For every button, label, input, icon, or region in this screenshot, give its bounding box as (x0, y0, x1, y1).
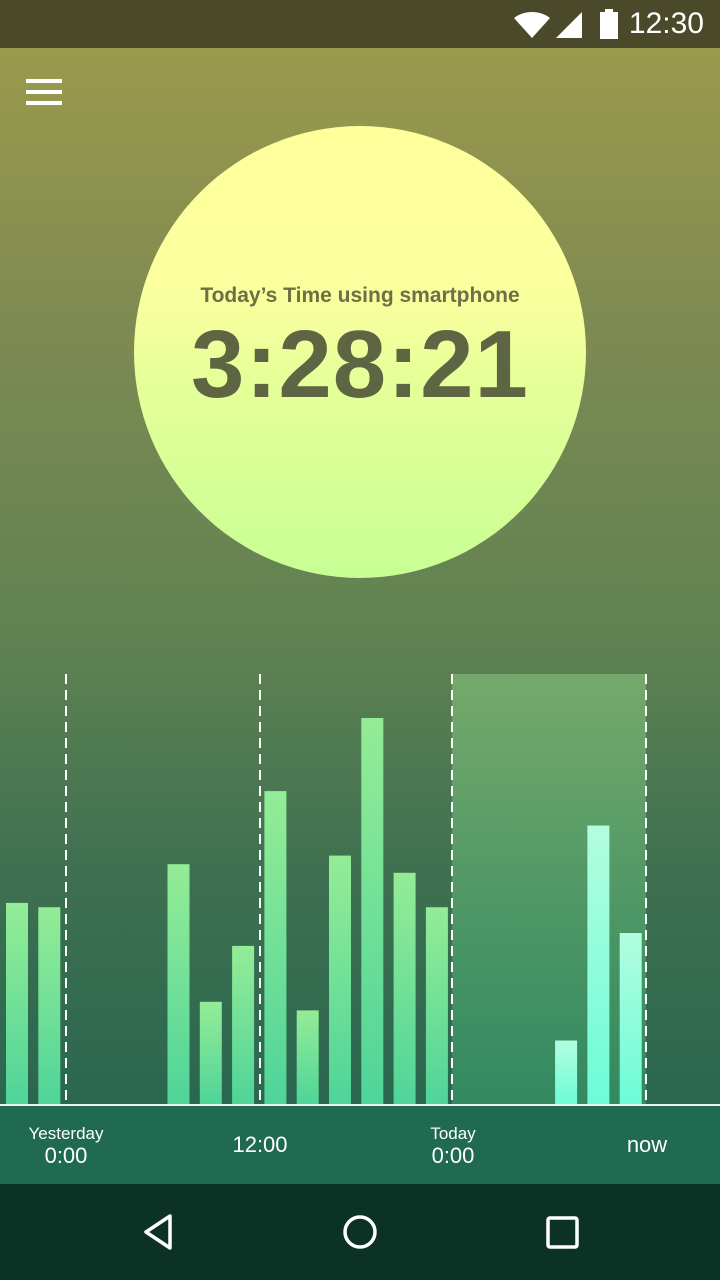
chart-bar (167, 864, 190, 1105)
chart-bar (199, 1001, 222, 1105)
time-axis: Yesterday 0:00 12:00 Today 0:00 now (0, 1106, 720, 1184)
chart-bar (425, 907, 448, 1105)
home-icon[interactable] (336, 1210, 384, 1258)
usage-chart-svg (6, 674, 647, 1105)
tick-main-label: 12:00 (232, 1132, 288, 1157)
wifi-icon (514, 12, 550, 38)
chart-bar (555, 1040, 578, 1105)
back-icon[interactable] (136, 1210, 184, 1258)
usage-label: Today’s Time using smartphone (200, 284, 520, 307)
chart-bar (393, 872, 416, 1105)
hamburger-icon-line (26, 90, 62, 94)
status-bar: 12:30 (0, 0, 720, 48)
hamburger-icon-line (26, 101, 62, 105)
chart-bar (587, 825, 610, 1105)
chart-bar (232, 945, 255, 1105)
battery-icon (600, 9, 618, 39)
chart-bar (264, 791, 287, 1105)
chart-bar (38, 907, 61, 1105)
chart-bar (329, 855, 351, 1105)
tick-now[interactable]: now (577, 1133, 717, 1157)
usage-circle: Today’s Time using smartphone 3:28:21 (134, 126, 586, 578)
usage-chart (0, 660, 720, 1105)
menu-button[interactable] (22, 76, 66, 110)
hamburger-icon (26, 79, 62, 83)
tick-main-label: 0:00 (44, 1143, 88, 1168)
tick-yesterday[interactable]: Yesterday 0:00 (0, 1124, 136, 1168)
chart-bar (361, 718, 384, 1105)
tick-noon[interactable]: 12:00 (190, 1133, 330, 1157)
today-highlight-region (452, 674, 646, 1105)
tick-main-label: 0:00 (431, 1143, 475, 1168)
signal-icon (556, 12, 582, 38)
chart-bar (619, 933, 642, 1105)
tick-today[interactable]: Today 0:00 (383, 1124, 523, 1168)
usage-duration: 3:28:21 (191, 311, 529, 418)
chart-bar (296, 1010, 319, 1105)
status-time: 12:30 (628, 7, 704, 40)
tick-small-label: Yesterday (28, 1124, 104, 1143)
recents-icon[interactable] (538, 1210, 586, 1258)
tick-main-label: now (626, 1132, 668, 1157)
chart-bar (6, 902, 28, 1105)
app-screen: 12:30 Today’s Time using smartphone 3:28… (0, 0, 720, 1184)
tick-small-label: Today (430, 1124, 476, 1143)
